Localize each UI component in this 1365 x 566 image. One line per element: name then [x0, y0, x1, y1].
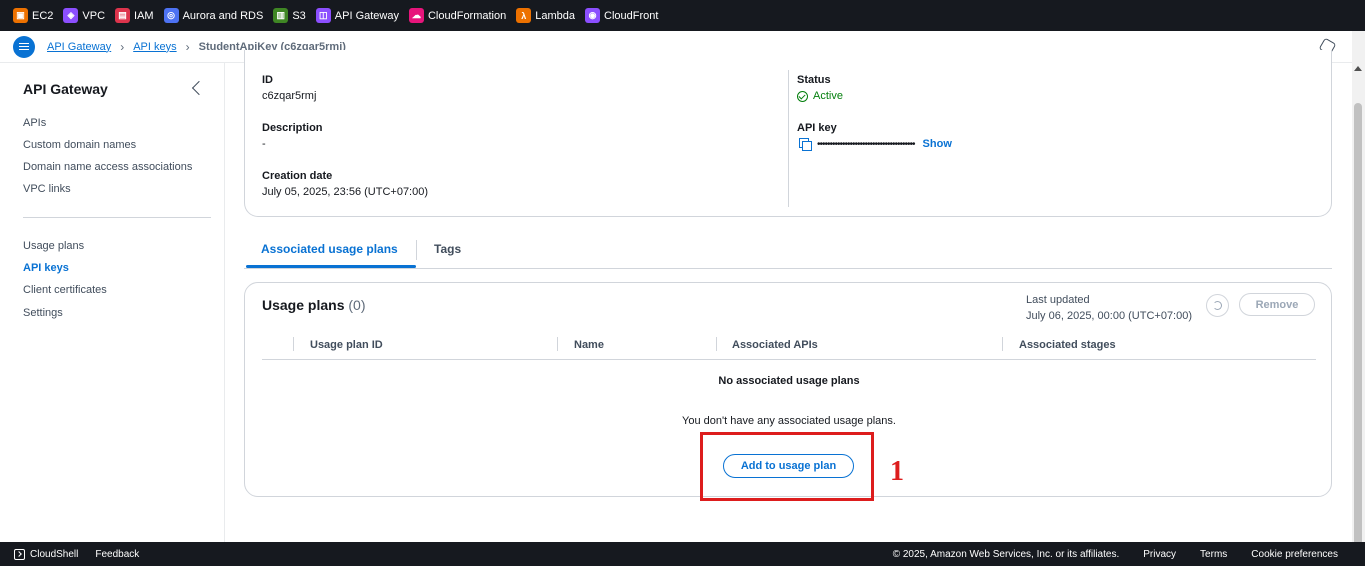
service-cloudfront[interactable]: ◉ CloudFront	[585, 0, 658, 31]
tab-tags[interactable]: Tags	[434, 242, 461, 256]
status-label: Status	[797, 74, 831, 86]
last-updated-label: Last updated	[1026, 294, 1090, 306]
table-header: Usage plan ID Name Associated APIs Assoc…	[262, 335, 1316, 360]
sidebar-item-settings[interactable]: Settings	[23, 307, 63, 319]
services-bar: ▣ EC2 ◈ VPC ▤ IAM ◎ Aurora and RDS ▥ S3 ◫ API …	[0, 0, 1365, 31]
sidebar-title: API Gateway	[23, 81, 108, 97]
sidebar-item-usage-plans[interactable]: Usage plans	[23, 240, 84, 252]
sidebar-item-apis[interactable]: APIs	[23, 117, 46, 129]
service-vpc[interactable]: ◈ VPC	[63, 0, 105, 31]
column-associated-apis[interactable]: Associated APIs	[732, 339, 818, 351]
page-scrollbar[interactable]	[1352, 31, 1365, 566]
cloudshell-icon	[14, 548, 25, 560]
empty-state-description: You don't have any associated usage plan…	[682, 415, 896, 427]
service-cloudformation[interactable]: ☁ CloudFormation	[408, 0, 506, 31]
api-key-label: API key	[797, 122, 837, 134]
refresh-button[interactable]	[1206, 294, 1229, 317]
tab-separator	[416, 240, 417, 260]
vpc-icon: ◈	[63, 8, 79, 23]
cloudfront-icon: ◉	[585, 8, 601, 23]
column-associated-stages[interactable]: Associated stages	[1019, 339, 1116, 351]
last-updated-value: July 06, 2025, 00:00 (UTC+07:00)	[1026, 310, 1193, 322]
service-iam[interactable]: ▤ IAM	[115, 0, 154, 31]
api-key-masked: •••••••••••••••••••••••••••••••••••••••	[817, 138, 916, 150]
feedback-link[interactable]: Feedback	[95, 549, 139, 560]
show-api-key-link[interactable]: Show	[923, 138, 952, 150]
lambda-icon: λ	[516, 8, 532, 23]
description-value: -	[262, 138, 266, 150]
column-usage-plan-id[interactable]: Usage plan ID	[310, 339, 383, 351]
id-label: ID	[262, 74, 273, 86]
sidebar: API Gateway APIs Custom domain names Dom…	[0, 63, 225, 542]
sidebar-divider	[23, 217, 211, 218]
footer: CloudShell Feedback © 2025, Amazon Web S…	[0, 542, 1365, 566]
rds-icon: ◎	[163, 8, 179, 23]
chevron-right-icon: ›	[120, 39, 125, 54]
id-value: c6zqar5rmj	[262, 90, 317, 102]
privacy-link[interactable]: Privacy	[1143, 549, 1176, 560]
tabs: Associated usage plans Tags	[244, 232, 1332, 269]
column-divider	[1002, 337, 1003, 351]
remove-button[interactable]: Remove	[1239, 293, 1315, 316]
scroll-up-icon[interactable]	[1354, 66, 1362, 71]
usage-plans-title-text: Usage plans	[262, 297, 345, 313]
api-key-details-card: ID c6zqar5rmj Description - Creation dat…	[244, 50, 1332, 217]
column-divider	[557, 337, 558, 351]
column-name[interactable]: Name	[574, 339, 604, 351]
api-key-row: ••••••••••••••••••••••••••••••••••••••• …	[799, 138, 952, 151]
ec2-icon: ▣	[13, 8, 28, 23]
creation-date-label: Creation date	[262, 170, 333, 182]
chevron-right-icon: ›	[185, 39, 190, 54]
hamburger-icon	[19, 45, 29, 48]
terms-link[interactable]: Terms	[1200, 549, 1227, 560]
active-tab-indicator	[246, 265, 416, 268]
scrollbar-thumb[interactable]	[1354, 103, 1362, 566]
description-label: Description	[262, 122, 323, 134]
cloudshell-link[interactable]: CloudShell	[30, 549, 78, 560]
s3-icon: ▥	[273, 8, 289, 23]
copy-icon[interactable]	[799, 138, 812, 151]
column-divider	[293, 337, 294, 351]
check-circle-icon	[797, 90, 808, 102]
service-s3[interactable]: ▥ S3	[273, 0, 306, 31]
sidebar-item-domain-name-access[interactable]: Domain name access associations	[23, 161, 192, 173]
usage-plans-count: (0)	[348, 297, 366, 313]
sidebar-item-api-keys[interactable]: API keys	[23, 262, 69, 274]
sidebar-item-custom-domain-names[interactable]: Custom domain names	[23, 139, 136, 151]
footer-links: © 2025, Amazon Web Services, Inc. or its…	[893, 549, 1338, 560]
service-ec2[interactable]: ▣ EC2	[13, 0, 53, 31]
copyright-text: © 2025, Amazon Web Services, Inc. or its…	[892, 549, 1120, 560]
status-value: Active	[813, 90, 843, 102]
sidebar-item-vpc-links[interactable]: VPC links	[23, 183, 71, 195]
collapse-sidebar-icon[interactable]	[191, 80, 207, 96]
service-lambda[interactable]: λ Lambda	[516, 0, 575, 31]
column-divider	[716, 337, 717, 351]
sidebar-item-client-certificates[interactable]: Client certificates	[23, 284, 107, 296]
service-rds[interactable]: ◎ Aurora and RDS	[163, 0, 263, 31]
cloudformation-icon: ☁	[408, 8, 424, 23]
iam-icon: ▤	[115, 8, 131, 23]
menu-button[interactable]	[13, 35, 35, 58]
annotation-highlight-box	[700, 432, 874, 501]
annotation-number: 1	[890, 456, 904, 487]
tab-associated-usage-plans[interactable]: Associated usage plans	[261, 242, 398, 256]
column-divider	[788, 70, 789, 207]
cookie-preferences-link[interactable]: Cookie preferences	[1251, 549, 1338, 560]
status-badge: Active	[797, 90, 843, 102]
usage-plans-title: Usage plans (0)	[262, 297, 366, 313]
breadcrumb-api-keys[interactable]: API keys	[133, 41, 176, 53]
api-gateway-icon: ◫	[315, 8, 331, 23]
empty-state-title: No associated usage plans	[718, 375, 860, 387]
creation-date-value: July 05, 2025, 23:56 (UTC+07:00)	[262, 186, 429, 198]
refresh-icon	[1213, 301, 1222, 310]
breadcrumb-api-gateway[interactable]: API Gateway	[47, 41, 111, 53]
service-api-gateway[interactable]: ◫ API Gateway	[315, 0, 399, 31]
